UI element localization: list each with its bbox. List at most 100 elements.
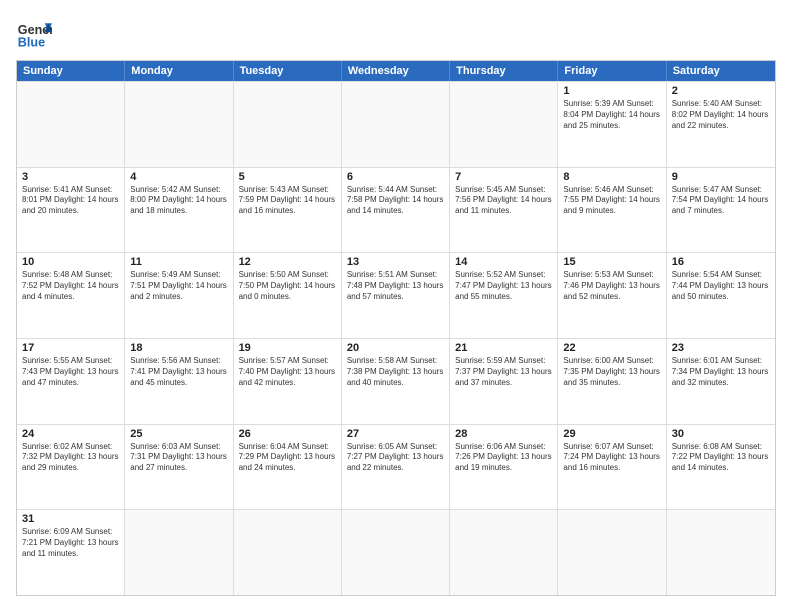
- day-cell-25: 25 Sunrise: 6:03 AM Sunset: 7:31 PM Dayli…: [125, 425, 233, 510]
- day-cell-31: 31Sunrise: 6:09 AM Sunset: 7:21 PM Dayli…: [17, 510, 125, 595]
- day-info: Sunrise: 5:49 AM Sunset: 7:51 PM Dayligh…: [130, 270, 227, 302]
- day-info: Sunrise: 5:53 AM Sunset: 7:46 PM Dayligh…: [563, 270, 660, 302]
- day-cell-8: 8 Sunrise: 5:46 AM Sunset: 7:55 PM Daylig…: [558, 168, 666, 253]
- page: General Blue SundayMondayTuesdayWednesda…: [0, 0, 792, 612]
- svg-text:Blue: Blue: [18, 36, 45, 50]
- header: General Blue: [16, 16, 776, 52]
- day-number: 15: [563, 256, 660, 268]
- header-day-wednesday: Wednesday: [342, 61, 450, 81]
- day-cell-29: 29 Sunrise: 6:07 AM Sunset: 7:24 PM Dayli…: [558, 425, 666, 510]
- day-info: Sunrise: 5:58 AM Sunset: 7:38 PM Dayligh…: [347, 356, 444, 388]
- day-cell-21: 21 Sunrise: 5:59 AM Sunset: 7:37 PM Dayli…: [450, 339, 558, 424]
- day-info: Sunrise: 5:57 AM Sunset: 7:40 PM Dayligh…: [239, 356, 336, 388]
- day-info: Sunrise: 5:41 AM Sunset: 8:01 PM Dayligh…: [22, 185, 119, 217]
- day-number: 29: [563, 428, 660, 440]
- empty-cell: [17, 82, 125, 167]
- day-number: 4: [130, 171, 227, 183]
- day-cell-30: 30Sunrise: 6:08 AM Sunset: 7:22 PM Dayli…: [667, 425, 775, 510]
- day-info: Sunrise: 6:03 AM Sunset: 7:31 PM Dayligh…: [130, 442, 227, 474]
- day-number: 24: [22, 428, 119, 440]
- day-number: 21: [455, 342, 552, 354]
- day-info: Sunrise: 5:39 AM Sunset: 8:04 PM Dayligh…: [563, 99, 660, 131]
- day-cell-20: 20 Sunrise: 5:58 AM Sunset: 7:38 PM Dayli…: [342, 339, 450, 424]
- day-info: Sunrise: 5:50 AM Sunset: 7:50 PM Dayligh…: [239, 270, 336, 302]
- day-cell-6: 6Sunrise: 5:44 AM Sunset: 7:58 PM Daylig…: [342, 168, 450, 253]
- calendar-row-2: 3Sunrise: 5:41 AM Sunset: 8:01 PM Daylig…: [17, 167, 775, 253]
- day-cell-9: 9 Sunrise: 5:47 AM Sunset: 7:54 PM Daylig…: [667, 168, 775, 253]
- calendar-row-3: 10 Sunrise: 5:48 AM Sunset: 7:52 PM Dayli…: [17, 252, 775, 338]
- day-number: 9: [672, 171, 770, 183]
- day-cell-11: 11Sunrise: 5:49 AM Sunset: 7:51 PM Dayli…: [125, 253, 233, 338]
- calendar-header: SundayMondayTuesdayWednesdayThursdayFrid…: [17, 61, 775, 81]
- day-info: Sunrise: 6:09 AM Sunset: 7:21 PM Dayligh…: [22, 527, 119, 559]
- empty-cell: [234, 82, 342, 167]
- day-info: Sunrise: 5:48 AM Sunset: 7:52 PM Dayligh…: [22, 270, 119, 302]
- day-number: 8: [563, 171, 660, 183]
- day-info: Sunrise: 5:46 AM Sunset: 7:55 PM Dayligh…: [563, 185, 660, 217]
- day-number: 18: [130, 342, 227, 354]
- empty-cell: [342, 510, 450, 595]
- day-number: 14: [455, 256, 552, 268]
- day-number: 10: [22, 256, 119, 268]
- calendar-row-6: 31Sunrise: 6:09 AM Sunset: 7:21 PM Dayli…: [17, 509, 775, 595]
- day-info: Sunrise: 6:04 AM Sunset: 7:29 PM Dayligh…: [239, 442, 336, 474]
- day-info: Sunrise: 5:59 AM Sunset: 7:37 PM Dayligh…: [455, 356, 552, 388]
- day-number: 26: [239, 428, 336, 440]
- day-cell-17: 17 Sunrise: 5:55 AM Sunset: 7:43 PM Dayli…: [17, 339, 125, 424]
- day-cell-27: 27 Sunrise: 6:05 AM Sunset: 7:27 PM Dayli…: [342, 425, 450, 510]
- empty-cell: [558, 510, 666, 595]
- day-cell-13: 13 Sunrise: 5:51 AM Sunset: 7:48 PM Dayli…: [342, 253, 450, 338]
- day-number: 2: [672, 85, 770, 97]
- empty-cell: [450, 82, 558, 167]
- day-number: 13: [347, 256, 444, 268]
- day-number: 27: [347, 428, 444, 440]
- logo-icon: General Blue: [16, 16, 52, 52]
- day-number: 20: [347, 342, 444, 354]
- empty-cell: [234, 510, 342, 595]
- day-cell-22: 22Sunrise: 6:00 AM Sunset: 7:35 PM Dayli…: [558, 339, 666, 424]
- day-number: 22: [563, 342, 660, 354]
- calendar-row-5: 24Sunrise: 6:02 AM Sunset: 7:32 PM Dayli…: [17, 424, 775, 510]
- day-number: 28: [455, 428, 552, 440]
- day-number: 25: [130, 428, 227, 440]
- calendar-row-1: 1 Sunrise: 5:39 AM Sunset: 8:04 PM Daylig…: [17, 81, 775, 167]
- day-info: Sunrise: 6:07 AM Sunset: 7:24 PM Dayligh…: [563, 442, 660, 474]
- day-cell-12: 12 Sunrise: 5:50 AM Sunset: 7:50 PM Dayli…: [234, 253, 342, 338]
- day-number: 6: [347, 171, 444, 183]
- empty-cell: [450, 510, 558, 595]
- day-info: Sunrise: 5:43 AM Sunset: 7:59 PM Dayligh…: [239, 185, 336, 217]
- calendar-row-4: 17 Sunrise: 5:55 AM Sunset: 7:43 PM Dayli…: [17, 338, 775, 424]
- day-info: Sunrise: 5:52 AM Sunset: 7:47 PM Dayligh…: [455, 270, 552, 302]
- day-info: Sunrise: 5:56 AM Sunset: 7:41 PM Dayligh…: [130, 356, 227, 388]
- day-cell-4: 4 Sunrise: 5:42 AM Sunset: 8:00 PM Daylig…: [125, 168, 233, 253]
- day-info: Sunrise: 6:05 AM Sunset: 7:27 PM Dayligh…: [347, 442, 444, 474]
- day-number: 1: [563, 85, 660, 97]
- empty-cell: [125, 82, 233, 167]
- day-number: 5: [239, 171, 336, 183]
- header-day-sunday: Sunday: [17, 61, 125, 81]
- day-number: 19: [239, 342, 336, 354]
- day-cell-3: 3Sunrise: 5:41 AM Sunset: 8:01 PM Daylig…: [17, 168, 125, 253]
- day-number: 30: [672, 428, 770, 440]
- day-number: 17: [22, 342, 119, 354]
- day-info: Sunrise: 5:51 AM Sunset: 7:48 PM Dayligh…: [347, 270, 444, 302]
- day-cell-19: 19 Sunrise: 5:57 AM Sunset: 7:40 PM Dayli…: [234, 339, 342, 424]
- day-number: 12: [239, 256, 336, 268]
- day-info: Sunrise: 5:55 AM Sunset: 7:43 PM Dayligh…: [22, 356, 119, 388]
- day-info: Sunrise: 5:47 AM Sunset: 7:54 PM Dayligh…: [672, 185, 770, 217]
- day-cell-7: 7Sunrise: 5:45 AM Sunset: 7:56 PM Daylig…: [450, 168, 558, 253]
- day-cell-28: 28Sunrise: 6:06 AM Sunset: 7:26 PM Dayli…: [450, 425, 558, 510]
- calendar-body: 1 Sunrise: 5:39 AM Sunset: 8:04 PM Daylig…: [17, 81, 775, 595]
- empty-cell: [125, 510, 233, 595]
- day-info: Sunrise: 5:45 AM Sunset: 7:56 PM Dayligh…: [455, 185, 552, 217]
- day-cell-16: 16 Sunrise: 5:54 AM Sunset: 7:44 PM Dayli…: [667, 253, 775, 338]
- empty-cell: [342, 82, 450, 167]
- day-number: 23: [672, 342, 770, 354]
- day-info: Sunrise: 5:54 AM Sunset: 7:44 PM Dayligh…: [672, 270, 770, 302]
- day-cell-18: 18 Sunrise: 5:56 AM Sunset: 7:41 PM Dayli…: [125, 339, 233, 424]
- day-cell-5: 5 Sunrise: 5:43 AM Sunset: 7:59 PM Daylig…: [234, 168, 342, 253]
- day-cell-2: 2 Sunrise: 5:40 AM Sunset: 8:02 PM Daylig…: [667, 82, 775, 167]
- day-info: Sunrise: 5:42 AM Sunset: 8:00 PM Dayligh…: [130, 185, 227, 217]
- day-number: 16: [672, 256, 770, 268]
- day-info: Sunrise: 5:40 AM Sunset: 8:02 PM Dayligh…: [672, 99, 770, 131]
